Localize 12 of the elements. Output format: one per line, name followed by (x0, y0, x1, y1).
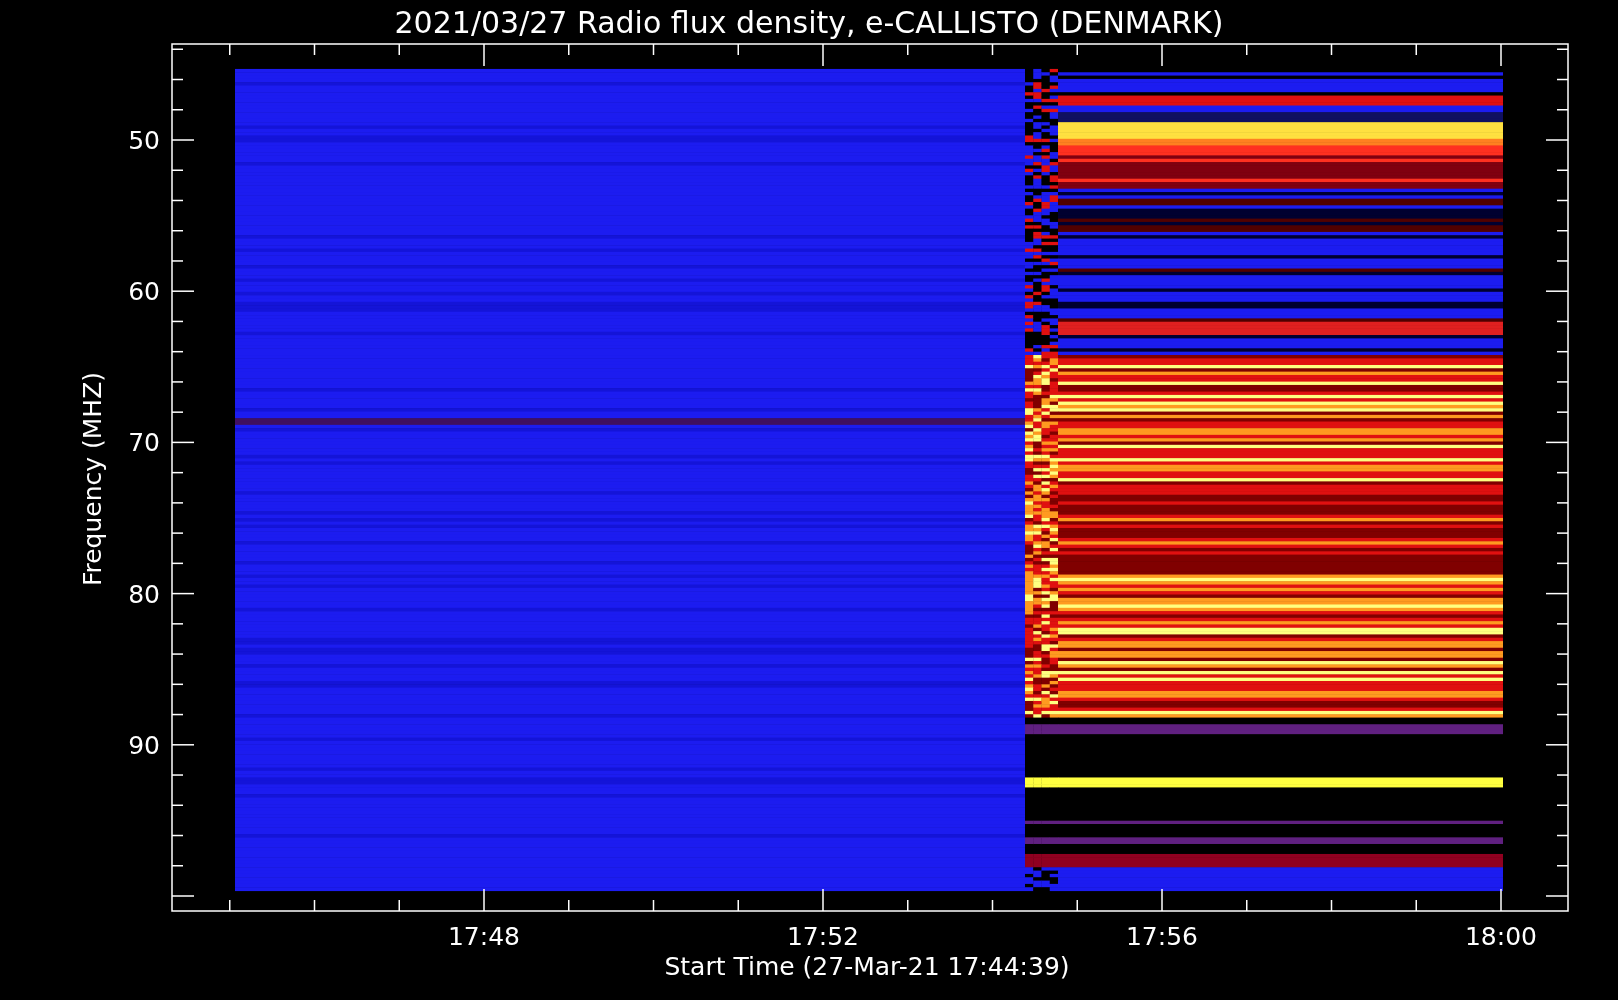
y-tick-label: 80 (128, 579, 160, 609)
y-tick-label: 50 (128, 126, 160, 155)
y-tick-label: 90 (128, 730, 160, 760)
x-tick-label: 17:56 (1126, 922, 1198, 951)
x-tick-label: 18:00 (1465, 922, 1537, 951)
y-axis-label: Frequency (MHZ) (78, 371, 107, 587)
x-tick-label: 17:48 (448, 922, 520, 951)
x-axis-label: Start Time (27-Mar-21 17:44:39) (664, 952, 1070, 981)
chart-title: 2021/03/27 Radio flux density, e-CALLISTO (DENMARK) (394, 5, 1224, 40)
y-tick-label: 60 (128, 277, 160, 307)
x-tick-label: 17:52 (787, 922, 859, 951)
y-tick-label: 70 (128, 428, 160, 458)
